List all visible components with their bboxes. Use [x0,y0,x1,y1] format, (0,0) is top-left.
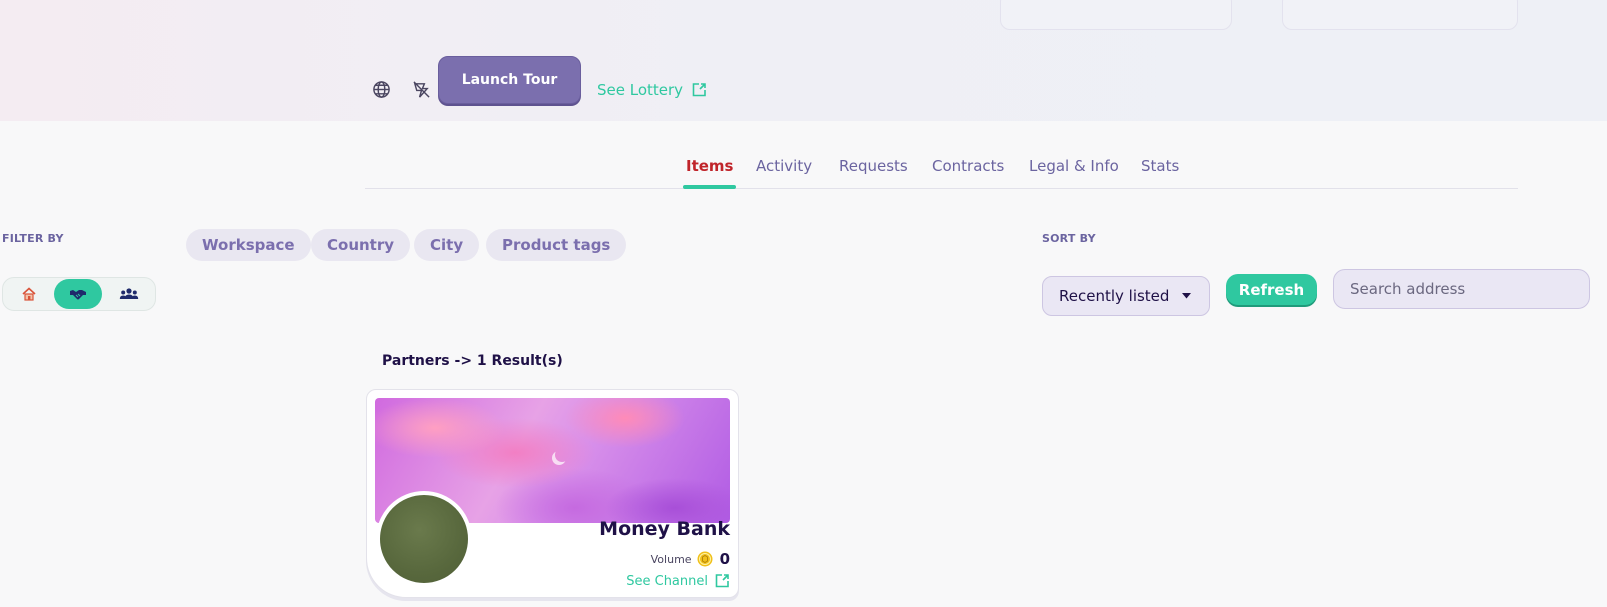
caret-down-icon [1182,293,1191,299]
coin-icon [697,551,713,567]
people-group-icon [119,288,139,299]
partner-card[interactable]: Money Bank Volume 0 See Channel [366,389,739,598]
tab-stats[interactable]: Stats [1141,157,1179,188]
tab-items[interactable]: Items [682,157,738,189]
language-button[interactable] [368,76,394,102]
filter-chip-city[interactable]: City [414,229,480,261]
header-band: Launch Tour See Lottery [0,0,1607,121]
avatar [376,491,472,587]
category-toggle [2,277,156,311]
home-icon [22,287,36,301]
filter-by-label: FILTER BY [2,232,64,245]
tab-contracts[interactable]: Contracts [932,157,1004,188]
tab-legal-info[interactable]: Legal & Info [1029,157,1119,188]
category-home-button[interactable] [5,279,53,309]
see-lottery-link[interactable]: See Lottery [597,79,707,101]
header-card-right [1282,0,1518,30]
filter-chip-product-tags[interactable]: Product tags [486,229,627,261]
see-channel-link[interactable]: See Channel [626,571,730,591]
page: Launch Tour See Lottery Items Activity R… [0,0,1607,607]
filter-chip-workspace[interactable]: Workspace [186,229,311,261]
volume-label: Volume [650,552,692,566]
see-lottery-label: See Lottery [597,81,684,99]
filter-chip-country[interactable]: Country [311,229,411,261]
tour-guide-icon [412,80,430,98]
moon-decoration [555,448,569,462]
results-heading: Partners -> 1 Result(s) [382,353,563,369]
category-partners-button[interactable] [54,279,102,309]
volume-value: 0 [719,550,730,568]
volume-row: Volume 0 [651,550,730,568]
sort-select[interactable]: Recently listed [1042,276,1210,316]
sort-by-label: SORT BY [1042,232,1096,245]
external-link-icon [692,83,706,97]
refresh-button[interactable]: Refresh [1226,274,1317,305]
tour-guide-button[interactable] [408,76,434,102]
card-title: Money Bank [599,518,730,540]
handshake-icon [70,290,86,300]
external-link-icon [715,574,729,588]
tab-requests[interactable]: Requests [839,157,908,188]
search-address-input[interactable] [1333,269,1590,309]
header-card-left [1000,0,1232,30]
globe-icon [372,80,390,98]
sort-selected-value: Recently listed [1059,287,1170,305]
tab-activity[interactable]: Activity [756,157,812,188]
tab-bar: Items Activity Requests Contracts Legal … [365,154,1518,189]
category-people-button[interactable] [105,279,153,309]
launch-tour-button[interactable]: Launch Tour [438,56,581,104]
see-channel-label: See Channel [626,573,708,589]
